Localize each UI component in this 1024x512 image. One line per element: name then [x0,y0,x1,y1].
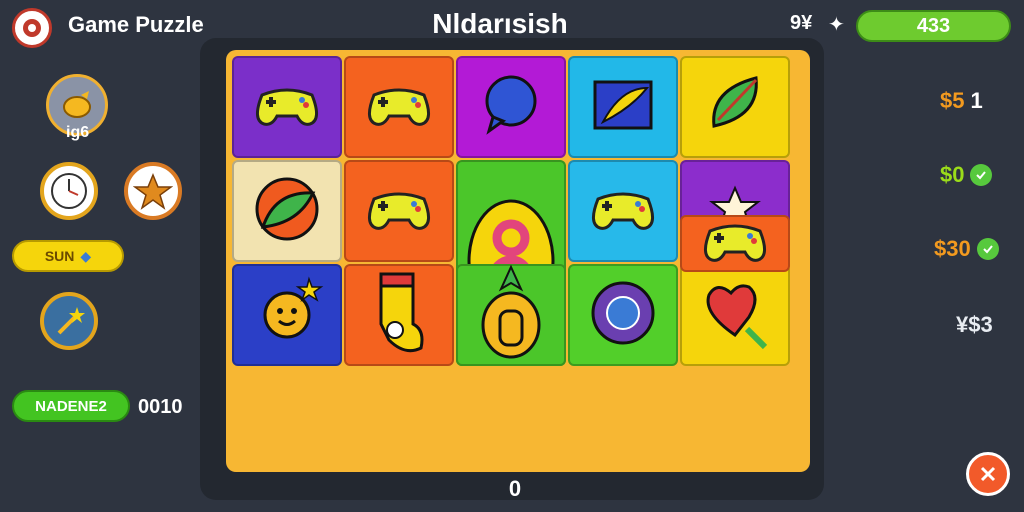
game-logo-icon [12,8,52,48]
sun-face-icon [247,273,327,358]
pineapple-icon [476,263,546,368]
sun-button-label: SUN [44,248,75,264]
speech-bubble-icon [479,73,543,142]
puzzle-tile[interactable] [680,56,790,158]
game-title: Nldarısish [432,8,568,39]
sun-button[interactable]: SUN ◆ [12,240,124,272]
reward-value-1: $5 [940,88,965,113]
puzzle-tile[interactable] [456,264,566,366]
puzzle-tile[interactable] [568,160,678,262]
puzzle-tile[interactable] [680,264,790,366]
sock-icon [369,268,429,363]
powerup-count: ig6 [66,124,90,141]
puzzle-tile[interactable] [232,56,342,158]
puzzle-tile[interactable] [232,264,342,366]
reward-row-1: $5 1 [940,88,983,114]
reward-row-2: $0 [940,162,993,188]
puzzle-tile[interactable] [344,160,454,262]
diamond-icon: ✦ [828,14,845,36]
move-counter: 0 [508,476,522,501]
puzzle-tile[interactable] [456,56,566,158]
magic-wand-button[interactable] [40,292,98,350]
puzzle-tile[interactable] [344,264,454,366]
reward-value-2: $0 [940,162,965,187]
feather-card-icon [591,78,655,137]
puzzle-board [226,50,810,472]
reward-value-4: ¥$3 [956,312,993,337]
puzzle-tile[interactable] [568,56,678,158]
leaf-sun-icon [247,169,327,254]
puzzle-tile[interactable] [344,56,454,158]
clock-icon [51,173,87,209]
puzzle-tile[interactable] [232,160,342,262]
mode-value: 0010 [138,396,183,418]
reward-value-3: $30 [934,236,971,261]
leaf-brush-icon [700,70,770,145]
star-icon [133,173,173,210]
puzzle-tile[interactable] [568,264,678,366]
gamepad-icon [700,216,770,271]
compass-star-button[interactable] [124,162,182,220]
check-icon [976,238,999,260]
top-stat: 9¥ [790,12,813,34]
close-icon [980,466,996,482]
reward-suffix: 1 [970,88,983,113]
gamepad-icon [364,80,434,135]
score-bar: 433 [856,10,1011,42]
gem-badge-icon [588,278,658,353]
check-icon [970,164,993,186]
magic-wand-icon [57,307,85,335]
mode-button[interactable]: NADENE2 [12,390,130,422]
app-title: Game Puzzle [68,12,204,37]
reward-row-4: ¥$3 [956,312,993,338]
heart-icon [695,273,775,358]
reward-row-3: $30 [934,236,999,262]
gamepad-icon [252,80,322,135]
close-button[interactable] [966,452,1010,496]
gem-icon: ◆ [80,247,92,264]
gamepad-icon [588,184,658,239]
gamepad-icon [364,184,434,239]
puzzle-tile[interactable] [680,215,790,272]
clock-button[interactable] [40,162,98,220]
